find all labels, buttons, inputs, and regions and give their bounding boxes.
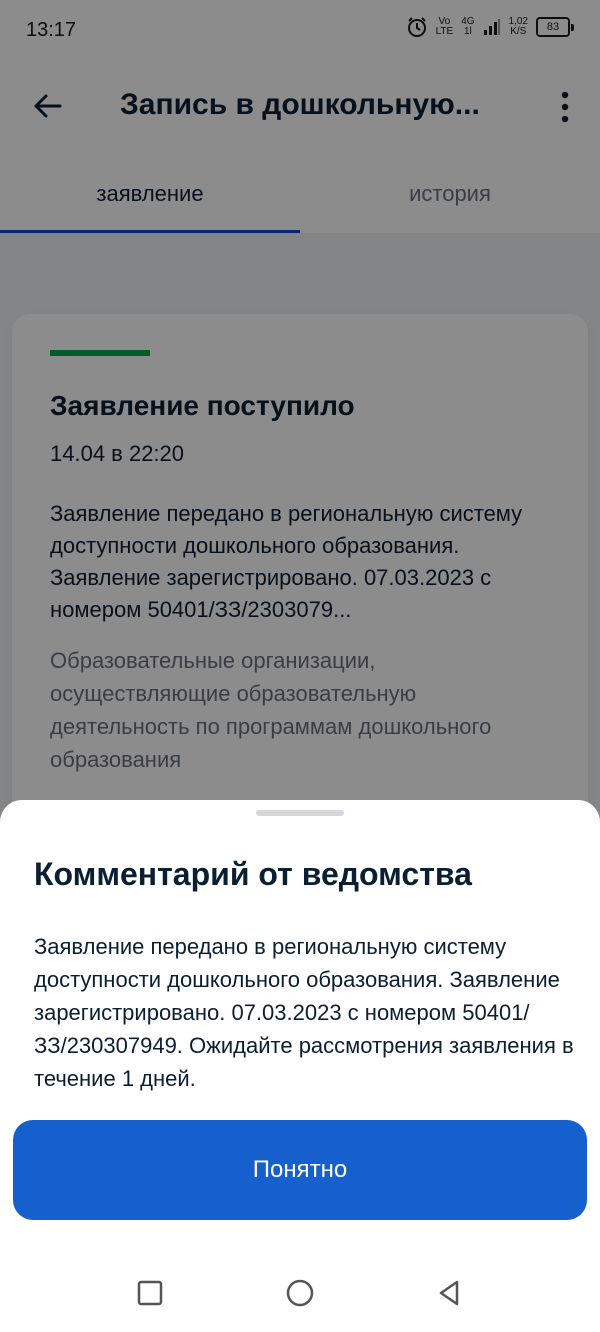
understood-button[interactable]: Понятно xyxy=(13,1120,587,1220)
home-icon[interactable] xyxy=(285,1278,315,1308)
sheet-drag-handle[interactable] xyxy=(256,810,344,816)
system-navigation-bar xyxy=(0,1250,600,1332)
sheet-title: Комментарий от ведомства xyxy=(34,856,472,892)
recent-apps-icon[interactable] xyxy=(135,1278,165,1308)
sheet-comment-text: Заявление передано в региональную систем… xyxy=(34,934,574,1091)
back-triangle-icon[interactable] xyxy=(434,1278,464,1308)
